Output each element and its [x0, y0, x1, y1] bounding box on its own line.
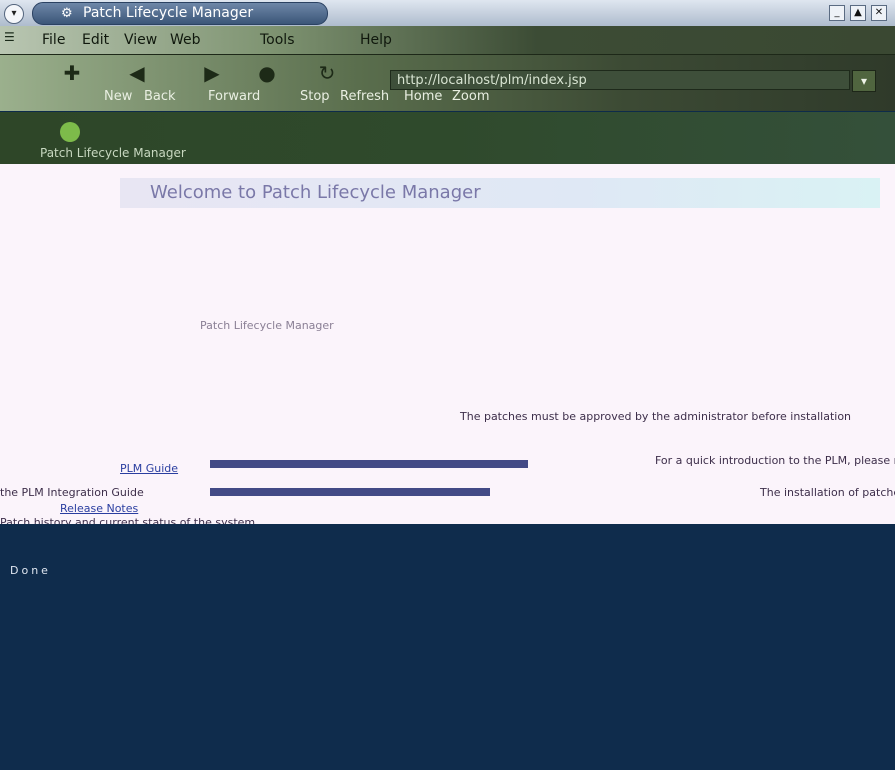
window-titlebar: ▾ ⚙ Patch Lifecycle Manager _ ▲ ✕	[0, 0, 895, 27]
approval-line: The patches must be approved by the admi…	[460, 410, 852, 423]
menubar: ☰ File Edit View Web Tools Help	[0, 26, 895, 55]
menu-edit[interactable]: Edit	[82, 32, 109, 48]
stop-icon[interactable]: ●	[255, 61, 279, 85]
guide-line: the PLM Integration Guide	[0, 486, 144, 499]
menu-help[interactable]: Help	[360, 32, 392, 48]
back-icon[interactable]: ◀	[125, 61, 149, 85]
intro-guide-line: For a quick introduction to the PLM, ple…	[655, 454, 895, 467]
logo-icon	[60, 122, 80, 142]
banner-caption: Patch Lifecycle Manager	[40, 146, 186, 160]
go-button[interactable]: ▾	[852, 70, 876, 92]
menu-file[interactable]: File	[42, 32, 65, 48]
release-notes-link[interactable]: Release Notes	[60, 502, 138, 515]
minimize-button[interactable]: _	[829, 5, 845, 21]
back-button[interactable]: Back	[144, 89, 176, 104]
maximize-button[interactable]: ▲	[850, 5, 866, 21]
new-icon[interactable]: ✚	[60, 61, 84, 85]
stop-button[interactable]: Stop	[300, 89, 330, 104]
plm-guide-link[interactable]: PLM Guide	[120, 462, 178, 475]
menu-web[interactable]: Web	[170, 32, 201, 48]
menu-grip-icon: ☰	[4, 30, 15, 44]
status-text: Done	[10, 564, 51, 577]
home-button[interactable]: Home	[404, 89, 442, 104]
install-line: The installation of patches is recorded …	[760, 486, 895, 499]
history-line: Patch history and current status of the …	[0, 516, 256, 524]
window-title-pill: ⚙ Patch Lifecycle Manager	[32, 2, 328, 25]
close-button[interactable]: ✕	[871, 5, 887, 21]
forward-icon[interactable]: ▶	[200, 61, 224, 85]
refresh-button[interactable]: Refresh	[340, 89, 389, 104]
highlight-bar	[210, 488, 490, 496]
menu-view[interactable]: View	[124, 32, 157, 48]
app-icon: ⚙	[61, 6, 73, 21]
window-title: Patch Lifecycle Manager	[83, 5, 254, 21]
toolbar: ✚ ◀ ▶ ● ↻ http://localhost/plm/index.jsp…	[0, 55, 895, 111]
refresh-icon[interactable]: ↻	[315, 61, 339, 85]
url-field[interactable]: http://localhost/plm/index.jsp	[390, 70, 850, 90]
lower-panel: Done	[0, 524, 895, 770]
forward-button[interactable]: Forward	[208, 89, 260, 104]
page-banner: Patch Lifecycle Manager	[0, 112, 895, 164]
highlight-bar	[210, 460, 528, 468]
page-content: Welcome to Patch Lifecycle Manager Patch…	[0, 164, 895, 524]
window-menu-button[interactable]: ▾	[4, 4, 24, 24]
menu-tools[interactable]: Tools	[260, 32, 295, 48]
zoom-button[interactable]: Zoom	[452, 89, 489, 104]
new-button[interactable]: New	[104, 89, 132, 104]
intro-line: Patch Lifecycle Manager	[200, 319, 334, 332]
page-title: Welcome to Patch Lifecycle Manager	[150, 182, 481, 203]
